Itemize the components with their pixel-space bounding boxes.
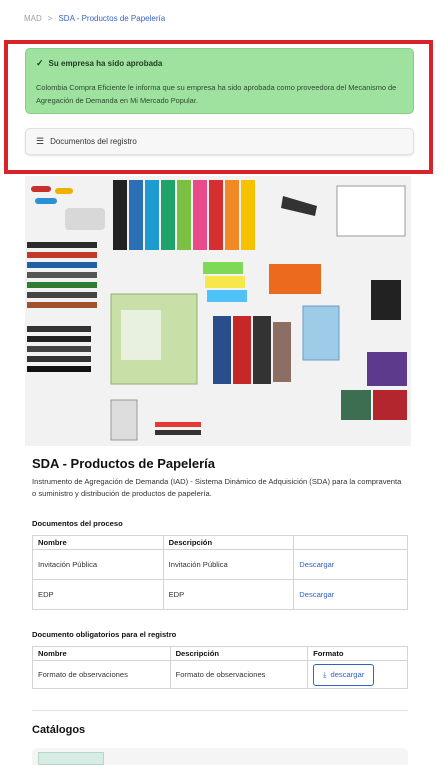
product-title: SDA - Productos de Papelería	[32, 456, 216, 471]
product-description: Instrumento de Agregación de Demanda (IA…	[32, 477, 402, 498]
table-row: Invitación Pública Invitación Pública De…	[32, 549, 408, 580]
docs-proceso-label: Documentos del proceso	[32, 519, 123, 528]
column-header: Nombre	[32, 646, 171, 661]
breadcrumb: MAD > SDA - Productos de Papelería	[24, 14, 165, 23]
column-header: Nombre	[32, 535, 164, 550]
descargar-button[interactable]: ⤓ descargar	[313, 663, 375, 686]
cell-nombre: Invitación Pública	[32, 549, 164, 580]
cell-nombre: EDP	[32, 579, 164, 610]
table-header-row: Nombre Descripción	[32, 535, 408, 550]
product-hero-image	[25, 176, 411, 446]
column-header: Formato	[307, 646, 408, 661]
descargar-link[interactable]: Descargar	[299, 560, 334, 569]
descargar-link[interactable]: Descargar	[299, 590, 334, 599]
stationery-illustration	[25, 176, 411, 446]
breadcrumb-root[interactable]: MAD	[24, 14, 42, 23]
docs-obligatorios-table: Nombre Descripción Formato Formato de ob…	[32, 646, 408, 689]
docs-proceso-table: Nombre Descripción Invitación Pública In…	[32, 535, 408, 610]
catalog-card[interactable]	[32, 748, 408, 765]
table-row: Formato de observaciones Formato de obse…	[32, 660, 408, 689]
table-header-row: Nombre Descripción Formato	[32, 646, 408, 661]
docs-obligatorios-label: Documento obligatorios para el registro	[32, 630, 177, 639]
column-header	[293, 535, 408, 550]
table-row: EDP EDP Descargar	[32, 579, 408, 610]
catalog-thumbnail	[38, 752, 104, 765]
section-divider	[32, 710, 408, 711]
cell-descripcion: Invitación Pública	[162, 549, 295, 580]
breadcrumb-current[interactable]: SDA - Productos de Papelería	[58, 14, 165, 23]
breadcrumb-separator: >	[47, 14, 53, 23]
cell-nombre: Formato de observaciones	[32, 660, 171, 689]
column-header: Descripción	[169, 646, 309, 661]
descargar-button-label: descargar	[330, 670, 365, 679]
cell-descripcion: EDP	[162, 579, 295, 610]
column-header: Descripción	[162, 535, 295, 550]
cell-descripcion: Formato de observaciones	[169, 660, 309, 689]
catalogos-heading: Catálogos	[32, 724, 86, 736]
download-icon: ⤓	[323, 669, 327, 679]
highlight-frame	[4, 40, 433, 174]
